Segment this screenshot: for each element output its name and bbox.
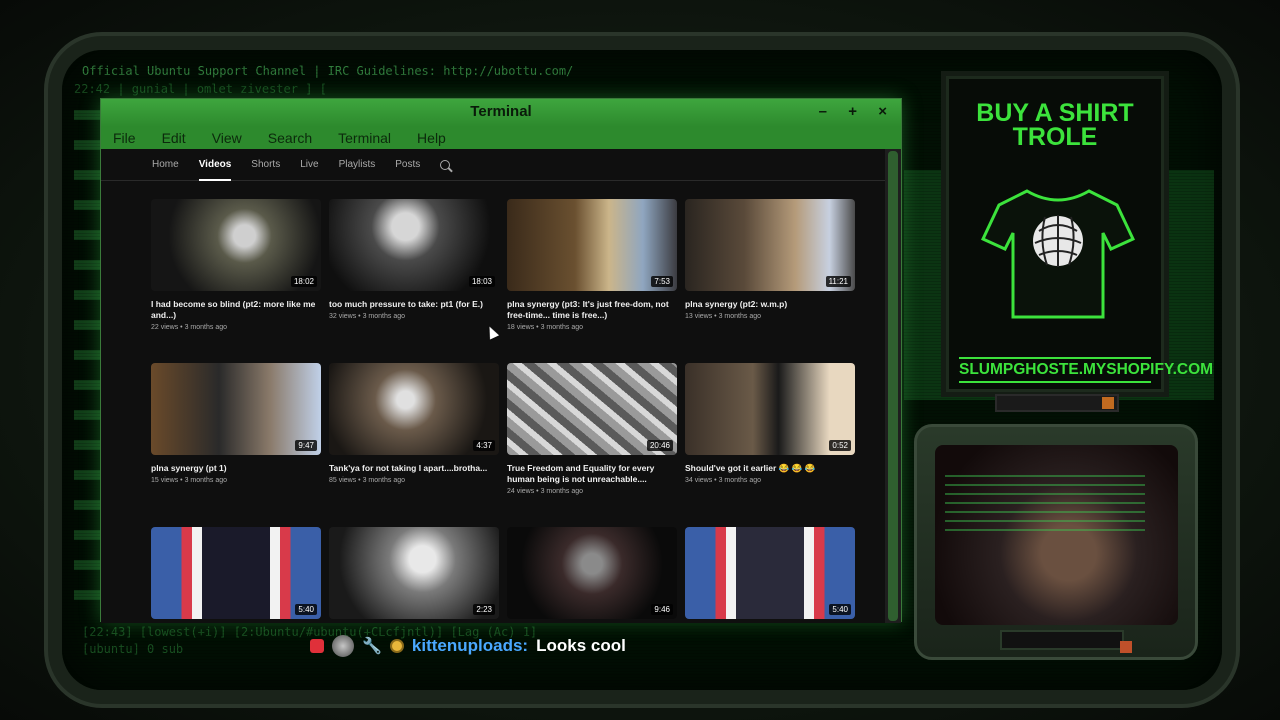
badge-icon xyxy=(310,639,324,653)
terminal-menubar: File Edit View Search Terminal Help xyxy=(101,127,901,149)
avatar xyxy=(332,635,354,657)
video-duration: 20:46 xyxy=(646,440,673,451)
tab-shorts[interactable]: Shorts xyxy=(251,149,280,181)
video-duration: 0:52 xyxy=(829,440,851,451)
shirt-ad-panel: BUY A SHIRT TROLE SLUMPGHOSTE.MYSHOPIFY.… xyxy=(946,76,1213,392)
video-thumbnail[interactable]: 2:23 xyxy=(329,527,499,619)
tab-playlists[interactable]: Playlists xyxy=(339,149,376,181)
video-thumbnail[interactable]: 18:03 xyxy=(329,199,499,291)
video-thumbnail[interactable]: 0:52 xyxy=(685,363,855,455)
chat-message: 🔧 kittenuploads: Looks cool xyxy=(310,633,626,659)
video-title[interactable]: Should've got it earlier 😂 😂 😂 xyxy=(685,463,855,474)
video-card[interactable]: 0:52 Should've got it earlier 😂 😂 😂 34 v… xyxy=(685,363,855,527)
search-icon[interactable] xyxy=(440,159,451,170)
video-duration: 9:47 xyxy=(295,440,317,451)
video-thumbnail[interactable]: 9:46 xyxy=(507,527,677,619)
video-meta: 32 views • 3 months ago xyxy=(329,313,405,320)
tab-live[interactable]: Live xyxy=(300,149,318,181)
video-title[interactable]: plna synergy (pt3: It's just free-dom, n… xyxy=(507,299,677,321)
ad-title-line1: BUY A SHIRT xyxy=(976,99,1134,127)
video-duration: 5:40 xyxy=(829,604,851,615)
webcam-led xyxy=(1120,641,1132,653)
video-thumbnail[interactable]: 18:02 xyxy=(151,199,321,291)
close-button[interactable]: × xyxy=(878,103,887,120)
chat-username: kittenuploads: xyxy=(411,636,529,655)
video-card[interactable]: 9:46 xyxy=(507,527,677,623)
video-duration: 18:03 xyxy=(468,276,495,287)
ad-title: BUY A SHIRT TROLE xyxy=(949,99,1161,151)
video-title[interactable]: I had become so blind (pt2: more like me… xyxy=(151,299,321,321)
coin-icon xyxy=(389,639,404,653)
video-card[interactable]: 7:53 plna synergy (pt3: It's just free-d… xyxy=(507,199,677,363)
menu-view[interactable]: View xyxy=(212,130,242,146)
ad-panel-base xyxy=(995,394,1119,412)
video-title[interactable]: too much pressure to take: pt1 (for E.) xyxy=(329,299,499,310)
video-card[interactable]: 20:46 True Freedom and Equality for ever… xyxy=(507,363,677,527)
video-duration: 4:37 xyxy=(473,440,495,451)
video-duration: 9:46 xyxy=(651,604,673,615)
video-thumbnail[interactable]: 5:40 xyxy=(685,527,855,619)
menu-search[interactable]: Search xyxy=(268,130,312,146)
tab-home[interactable]: Home xyxy=(152,149,179,181)
video-thumbnail[interactable]: 11:21 xyxy=(685,199,855,291)
video-thumbnail[interactable]: 7:53 xyxy=(507,199,677,291)
video-meta: 24 views • 3 months ago xyxy=(507,488,583,495)
video-card[interactable]: 4:37 Tank'ya for not taking I apart....b… xyxy=(329,363,499,527)
video-duration: 5:40 xyxy=(295,604,317,615)
video-card[interactable]: 18:03 too much pressure to take: pt1 (fo… xyxy=(329,199,499,363)
shirt-icon xyxy=(980,189,1136,319)
channel-page: Home Videos Shorts Live Playlists Posts … xyxy=(101,149,886,623)
video-meta: 18 views • 3 months ago xyxy=(507,324,583,331)
scrollbar-thumb[interactable] xyxy=(888,151,898,621)
video-meta: 13 views • 3 months ago xyxy=(685,313,761,320)
video-meta: 85 views • 3 months ago xyxy=(329,477,405,484)
video-thumbnail[interactable]: 9:47 xyxy=(151,363,321,455)
video-duration: 11:21 xyxy=(825,276,851,287)
video-meta: 34 views • 3 months ago xyxy=(685,477,761,484)
ad-url: SLUMPGHOSTE.MYSHOPIFY.COM xyxy=(959,357,1213,383)
maximize-button[interactable]: + xyxy=(848,103,857,120)
video-grid: 18:02 I had become so blind (pt2: more l… xyxy=(151,199,855,623)
tab-posts[interactable]: Posts xyxy=(395,149,420,181)
tab-videos[interactable]: Videos xyxy=(198,149,231,181)
chat-text: Looks cool xyxy=(536,636,626,655)
ad-panel-led xyxy=(1102,397,1114,409)
video-title[interactable]: True Freedom and Equality for every huma… xyxy=(507,463,677,485)
video-thumbnail[interactable]: 20:46 xyxy=(507,363,677,455)
video-duration: 2:23 xyxy=(473,604,495,615)
video-card[interactable]: 11:21 plna synergy (pt2: w.m.p) 13 views… xyxy=(685,199,855,363)
video-card[interactable]: 5:40 xyxy=(685,527,855,623)
video-duration: 18:02 xyxy=(290,276,317,287)
video-duration: 7:53 xyxy=(651,276,673,287)
video-meta: 22 views • 3 months ago xyxy=(151,324,227,331)
webcam-monitor-base xyxy=(1000,630,1124,650)
terminal-window: Terminal – + × File Edit View Search Ter… xyxy=(100,98,902,623)
minimize-button[interactable]: – xyxy=(819,103,827,120)
terminal-title: Terminal xyxy=(470,103,532,120)
irc-topic: Official Ubuntu Support Channel | IRC Gu… xyxy=(82,64,574,78)
channel-tabs: Home Videos Shorts Live Playlists Posts xyxy=(101,149,886,181)
video-thumbnail[interactable]: 4:37 xyxy=(329,363,499,455)
video-card[interactable]: 5:40 xyxy=(151,527,321,623)
video-title[interactable]: Tank'ya for not taking I apart....brotha… xyxy=(329,463,499,474)
irc-nicklist: 22:42 | gunial | omlet zivester ] [ xyxy=(74,82,327,96)
video-thumbnail[interactable]: 5:40 xyxy=(151,527,321,619)
menu-help[interactable]: Help xyxy=(417,130,446,146)
ad-title-line2: TROLE xyxy=(1012,123,1098,151)
video-card[interactable]: 9:47 plna synergy (pt 1) 15 views • 3 mo… xyxy=(151,363,321,527)
terminal-titlebar[interactable]: Terminal – + × xyxy=(101,99,901,127)
video-card[interactable]: 2:23 xyxy=(329,527,499,623)
video-title[interactable]: plna synergy (pt2: w.m.p) xyxy=(685,299,855,310)
menu-edit[interactable]: Edit xyxy=(162,130,186,146)
irc-tab-line: [ubuntu] 0 sub xyxy=(82,642,184,656)
video-meta: 15 views • 3 months ago xyxy=(151,477,227,484)
webcam-feed xyxy=(935,445,1178,625)
video-card[interactable]: 18:02 I had become so blind (pt2: more l… xyxy=(151,199,321,363)
wrench-icon: 🔧 xyxy=(362,638,382,655)
terminal-scrollbar[interactable] xyxy=(885,149,901,623)
video-title[interactable]: plna synergy (pt 1) xyxy=(151,463,321,474)
menu-file[interactable]: File xyxy=(113,130,136,146)
menu-terminal[interactable]: Terminal xyxy=(338,130,391,146)
